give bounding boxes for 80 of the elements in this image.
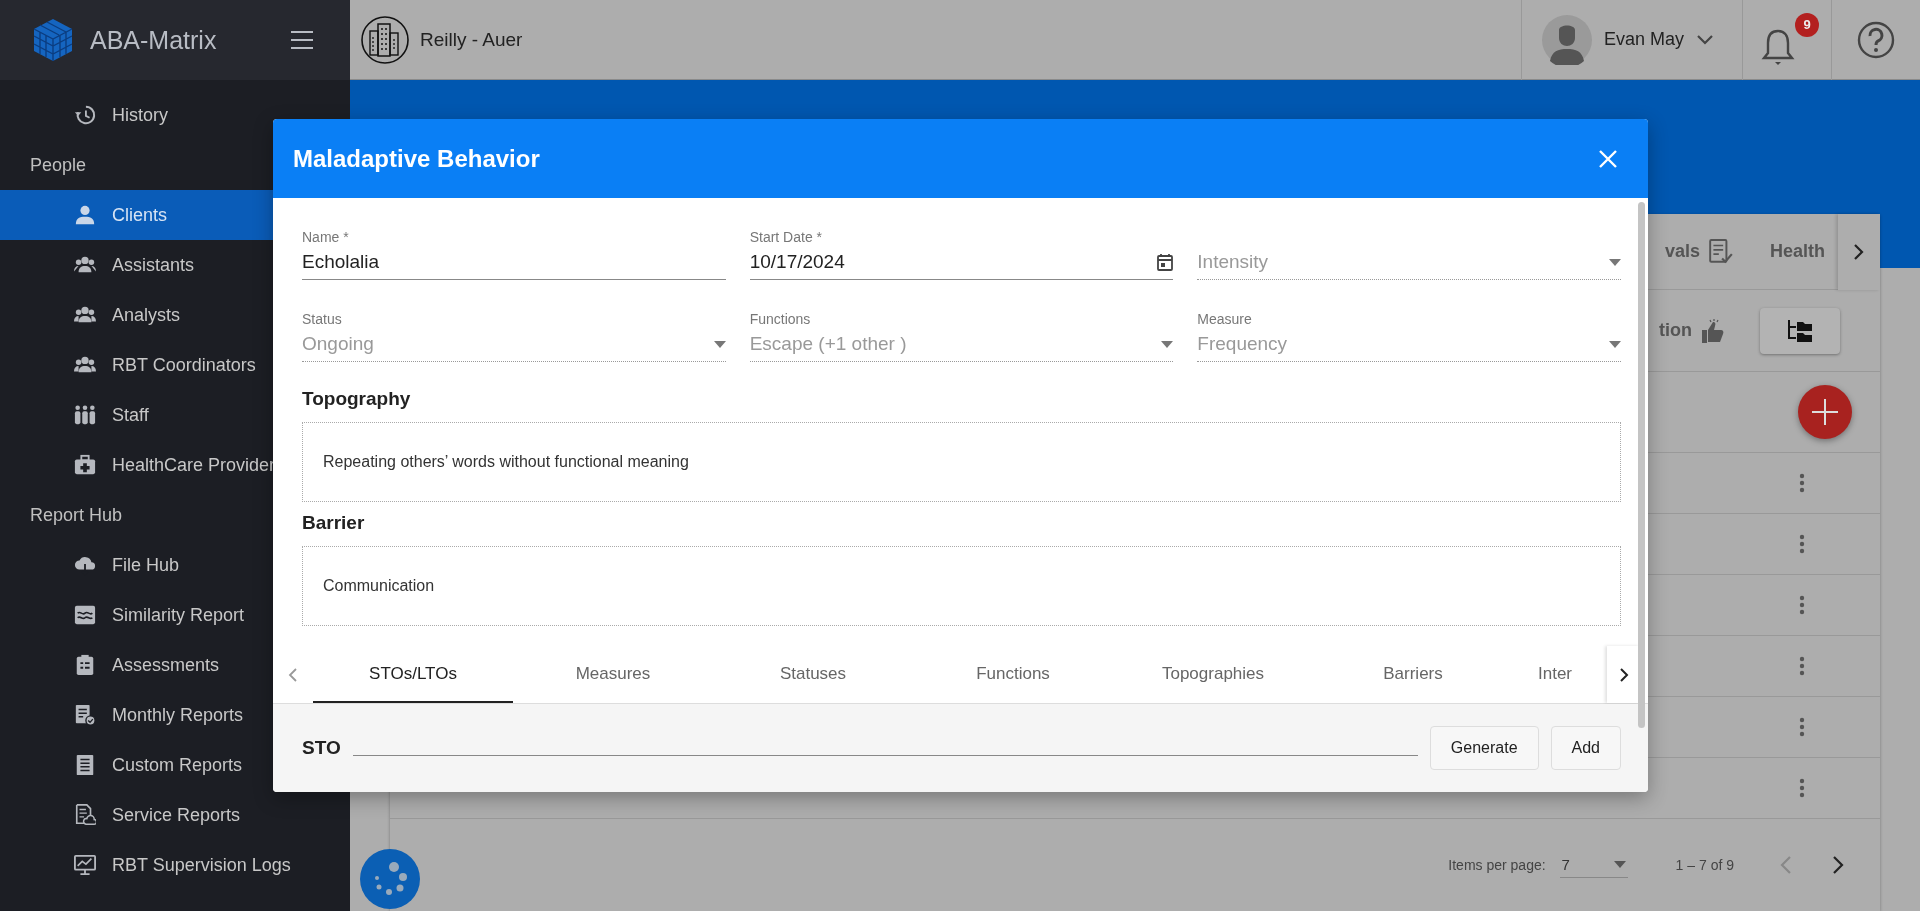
monitor-chart-icon [74,854,96,876]
chevron-left-icon [288,666,298,683]
notifications-button[interactable]: 9 [1755,12,1819,67]
folder-tree-icon [1786,318,1814,343]
kebab-menu-icon [1799,595,1805,615]
thumbs-up-icon [1700,317,1724,344]
dialog-title: Maladaptive Behavior [293,144,541,173]
close-icon [1598,148,1618,169]
sidebar-item[interactable]: History [0,90,350,140]
add-button[interactable] [1798,385,1852,439]
clipboard-icon [74,654,96,676]
field-label: Functions [749,311,812,327]
caret-down-icon [1609,258,1621,266]
section-heading: Report Hub [30,504,123,526]
brand-name: ABA-Matrix [90,25,218,55]
document-check-icon [74,704,96,726]
building-logo-icon [360,14,410,65]
kebab-menu-icon [1799,778,1805,798]
caret-down-icon [1161,340,1174,348]
sidebar-item[interactable]: Service Reports [0,790,350,840]
toolbar-label: tion [1659,320,1692,341]
document-check-icon [1708,238,1734,265]
kebab-menu-icon [1799,656,1805,676]
document-icon [74,754,96,776]
chevron-right-icon [1853,242,1865,261]
caret-down-icon [1609,340,1621,348]
sto-label: STO [302,737,341,759]
waves-icon [74,604,96,626]
page-range: 1 – 7 of 9 [1675,857,1734,873]
caret-down-icon [1613,861,1626,868]
tab[interactable]: Functions [913,646,1113,703]
user-name: Evan May [1604,29,1685,50]
text-area[interactable]: Communication [302,546,1621,626]
kebab-menu-icon [1799,717,1805,737]
section-heading: People [30,154,87,176]
sidebar-item[interactable]: RBT Supervision Logs [0,840,350,890]
field-label: Status [302,311,343,327]
user-menu[interactable]: Evan May [1521,0,1743,80]
page-size-value: 7 [1561,856,1570,873]
date-field[interactable]: 10/17/2024 [749,251,1174,280]
add-button[interactable]: Add [1550,726,1621,770]
kebab-menu-icon [1799,534,1805,554]
chevron-right-icon [1832,855,1844,875]
menu-icon [290,30,314,50]
kebab-menu-icon [1799,473,1805,493]
avatar-icon [1542,14,1592,65]
caret-down-icon [713,340,726,348]
plus-icon [1810,397,1840,427]
tab-label: vals [1664,241,1700,262]
page-size-select[interactable]: 7 [1559,852,1628,878]
section-heading: Topography [302,388,412,410]
tab-label: Health [1770,241,1825,262]
field-label: Measure [1197,311,1253,327]
text-area[interactable]: Repeating others’ words without functional meaning [302,422,1621,502]
hierarchy-button[interactable] [1760,307,1840,354]
people-icon [74,404,96,426]
input-field[interactable]: Echolalia [302,251,726,280]
medical-kit-icon [74,454,96,476]
chevron-right-icon [1618,666,1629,683]
calendar-icon [1157,253,1174,271]
next-tab-button[interactable] [1838,213,1880,290]
chevron-left-icon [1780,855,1792,875]
items-per-page-label: Items per page: [1448,857,1546,873]
organization-name: Reilly - Auer [420,28,523,51]
tab[interactable]: Measures [513,646,713,703]
clock-icon [74,104,96,126]
document-cloud-icon [74,804,96,826]
field-label: Start Date * [749,229,824,245]
tab[interactable]: Topographies [1113,646,1313,703]
tab[interactable]: Statuses [713,646,913,703]
tab[interactable]: Inter [1513,646,1573,703]
help-icon [1857,20,1895,59]
generate-button[interactable]: Generate [1429,726,1539,770]
scrollbar[interactable] [1638,202,1645,728]
section-heading: Barrier [302,512,366,534]
tab[interactable]: Barriers [1313,646,1513,703]
person-icon [74,204,96,226]
notification-badge: 9 [1795,12,1819,37]
chevron-down-icon [1696,33,1715,46]
loading-button[interactable] [360,849,420,909]
